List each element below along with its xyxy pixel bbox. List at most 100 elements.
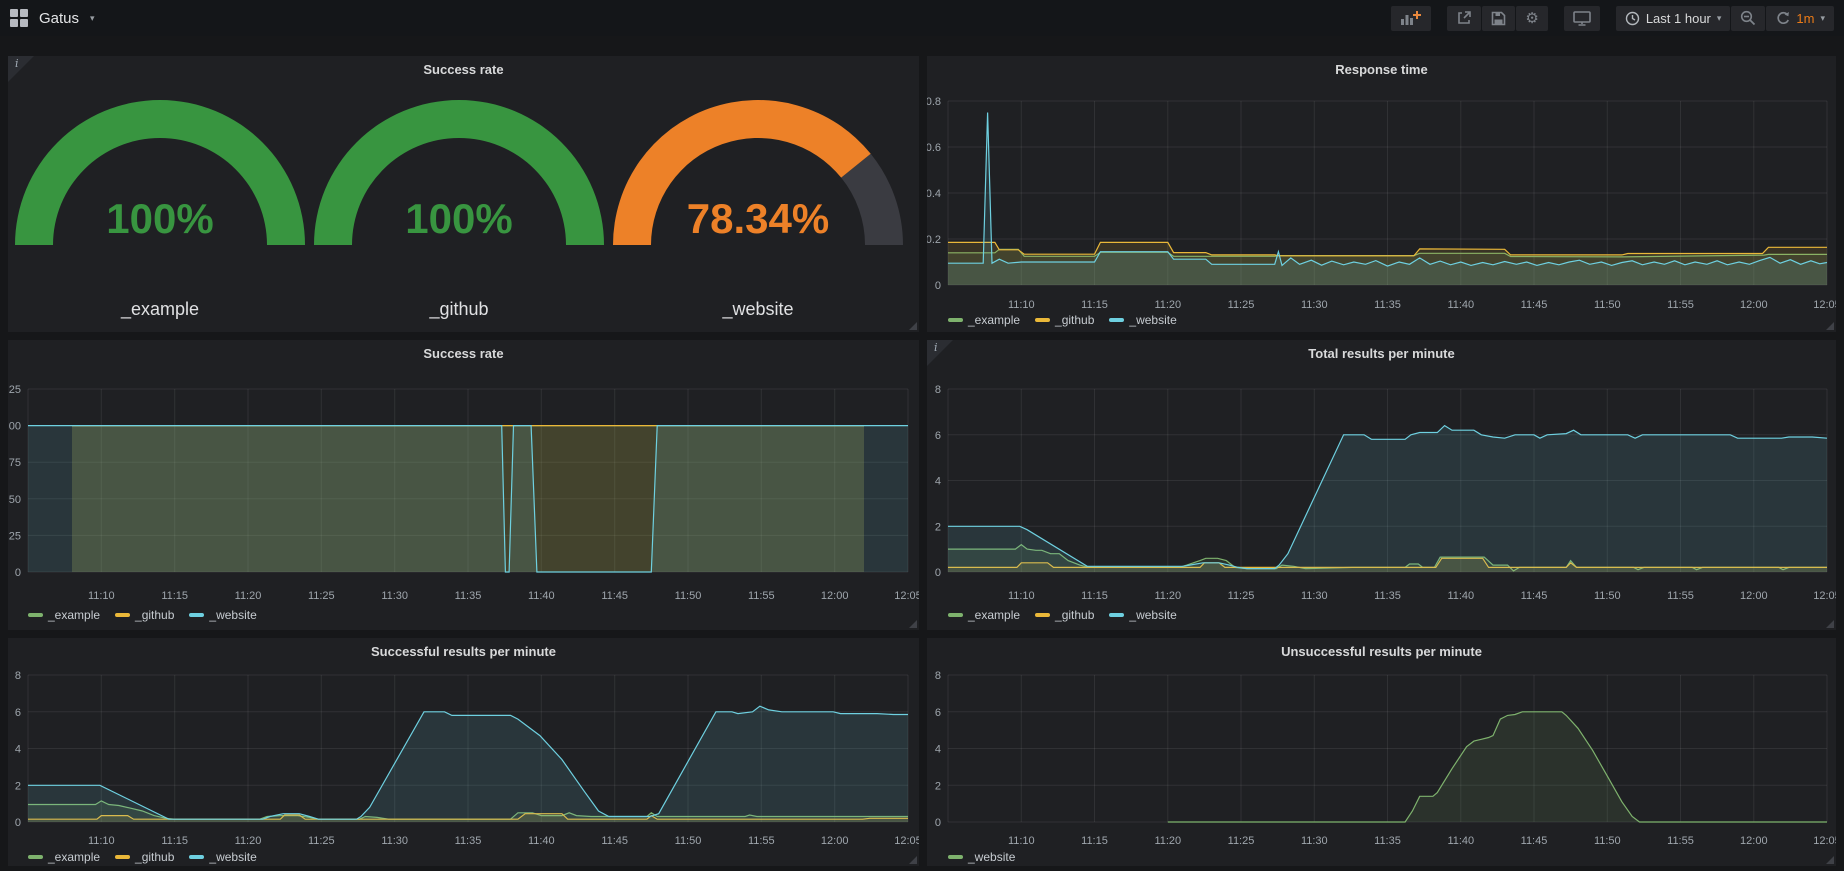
legend-label: _website [209, 608, 256, 622]
legend-item-_github[interactable]: _github [1035, 313, 1094, 327]
panel-title[interactable]: Success rate [8, 62, 919, 77]
x-tick-label: 11:30 [1301, 835, 1328, 847]
x-tick-label: 11:50 [675, 590, 702, 602]
line-chart-canvas[interactable]: 0246811:1011:1511:2011:2511:3011:3511:40… [927, 638, 1836, 866]
series-area-_website [28, 426, 908, 572]
dashboard-caret-icon[interactable]: ▾ [90, 14, 95, 23]
add-panel-button[interactable] [1391, 6, 1431, 31]
legend-item-_github[interactable]: _github [1035, 608, 1094, 622]
x-tick-label: 12:05 [1813, 835, 1836, 847]
x-tick-label: 11:55 [1667, 299, 1694, 311]
y-tick-label: 8 [935, 670, 941, 682]
resize-handle[interactable] [1826, 856, 1834, 864]
dashboards-grid-icon[interactable] [10, 9, 28, 27]
y-tick-label: 6 [935, 430, 941, 442]
legend-item-_github[interactable]: _github [115, 850, 174, 864]
x-tick-label: 11:40 [1447, 299, 1474, 311]
zoom-out-icon [1740, 10, 1756, 26]
legend-item-_example[interactable]: _example [28, 608, 100, 622]
save-button[interactable] [1482, 6, 1515, 31]
x-tick-label: 11:15 [1081, 835, 1108, 847]
y-tick-label: 2 [15, 780, 21, 792]
gauge-label-_github: _github [428, 299, 488, 320]
line-chart-canvas[interactable]: 00.250.500.751.001.2511:1011:1511:2011:2… [8, 340, 919, 630]
x-tick-label: 11:20 [235, 590, 262, 602]
legend: _example _github _website [948, 313, 1177, 327]
resize-handle[interactable] [909, 856, 917, 864]
x-tick-label: 12:00 [821, 590, 849, 602]
legend-item-_example[interactable]: _example [948, 313, 1020, 327]
y-tick-label: 2 [935, 780, 941, 792]
x-tick-label: 11:20 [1154, 299, 1181, 311]
x-tick-label: 11:35 [1374, 835, 1401, 847]
x-tick-label: 11:50 [1594, 590, 1621, 602]
line-chart-canvas[interactable]: 00.20.40.60.811:1011:1511:2011:2511:3011… [927, 56, 1836, 332]
panel-title[interactable]: Total results per minute [927, 346, 1836, 361]
dashboard-title[interactable]: Gatus [39, 10, 79, 27]
line-chart-canvas[interactable]: 0246811:1011:1511:2011:2511:3011:3511:40… [927, 340, 1836, 630]
gauge-chart-canvas[interactable]: 100%_example100%_github78.34%_website [8, 56, 919, 332]
x-tick-label: 11:15 [161, 590, 188, 602]
legend-color-swatch [115, 855, 130, 859]
resize-handle[interactable] [909, 620, 917, 628]
zoom-out-button[interactable] [1731, 6, 1765, 31]
clock-icon [1625, 11, 1640, 26]
x-tick-label: 11:30 [1301, 590, 1328, 602]
y-tick-label: 1.00 [8, 421, 21, 433]
y-tick-label: 4 [935, 476, 941, 488]
time-range-label: Last 1 hour [1646, 11, 1711, 26]
top-navbar: Gatus ▾ ⚙ Last 1 hour ▾ [0, 0, 1844, 36]
panel-title[interactable]: Successful results per minute [8, 644, 919, 659]
cycle-view-button[interactable] [1564, 6, 1600, 31]
gauge-value-_example: 100% [106, 195, 213, 242]
save-icon [1491, 11, 1506, 26]
gear-icon: ⚙ [1525, 11, 1538, 26]
legend-label: _example [48, 608, 100, 622]
resize-handle[interactable] [1826, 620, 1834, 628]
resize-handle[interactable] [909, 322, 917, 330]
x-tick-label: 11:45 [1521, 299, 1548, 311]
settings-button[interactable]: ⚙ [1516, 6, 1547, 31]
gauge-label-_example: _example [120, 299, 199, 320]
x-tick-label: 11:25 [308, 835, 335, 847]
line-chart-canvas[interactable]: 0246811:1011:1511:2011:2511:3011:3511:40… [8, 638, 919, 866]
gauge-label-_website: _website [721, 299, 793, 320]
resize-handle[interactable] [1826, 322, 1834, 330]
legend-color-swatch [28, 613, 43, 617]
panel-title[interactable]: Unsuccessful results per minute [927, 644, 1836, 659]
legend-item-_website[interactable]: _website [948, 850, 1015, 864]
series-area-_website [28, 706, 908, 822]
x-tick-label: 11:40 [528, 590, 555, 602]
refresh-button[interactable]: 1m ▾ [1766, 6, 1834, 31]
legend-item-_github[interactable]: _github [115, 608, 174, 622]
y-tick-label: 0 [15, 567, 21, 579]
legend-label: _website [1129, 608, 1176, 622]
legend-color-swatch [189, 613, 204, 617]
legend-color-swatch [1035, 613, 1050, 617]
legend-item-_website[interactable]: _website [1109, 313, 1176, 327]
legend-color-swatch [948, 318, 963, 322]
legend: _example _github _website [28, 850, 257, 864]
panel-title[interactable]: Success rate [8, 346, 919, 361]
panel-title[interactable]: Response time [927, 62, 1836, 77]
legend-item-_website[interactable]: _website [189, 608, 256, 622]
x-tick-label: 11:50 [1594, 835, 1621, 847]
y-tick-label: 0 [15, 817, 21, 829]
x-tick-label: 12:00 [1740, 835, 1768, 847]
legend-item-_website[interactable]: _website [189, 850, 256, 864]
y-tick-label: 8 [935, 384, 941, 396]
y-tick-label: 0.25 [8, 530, 21, 542]
legend-item-_website[interactable]: _website [1109, 608, 1176, 622]
y-tick-label: 6 [15, 707, 21, 719]
panel-response-time: Response time 00.20.40.60.811:1011:1511:… [927, 56, 1836, 332]
legend-color-swatch [948, 613, 963, 617]
legend: _website [948, 850, 1015, 864]
share-button[interactable] [1447, 6, 1481, 31]
x-tick-label: 12:00 [1740, 299, 1768, 311]
time-range-button[interactable]: Last 1 hour ▾ [1616, 6, 1731, 31]
x-tick-label: 12:05 [1813, 299, 1836, 311]
legend-item-_example[interactable]: _example [28, 850, 100, 864]
gauge-value-_github: 100% [405, 195, 512, 242]
legend-item-_example[interactable]: _example [948, 608, 1020, 622]
x-tick-label: 11:40 [1447, 590, 1474, 602]
